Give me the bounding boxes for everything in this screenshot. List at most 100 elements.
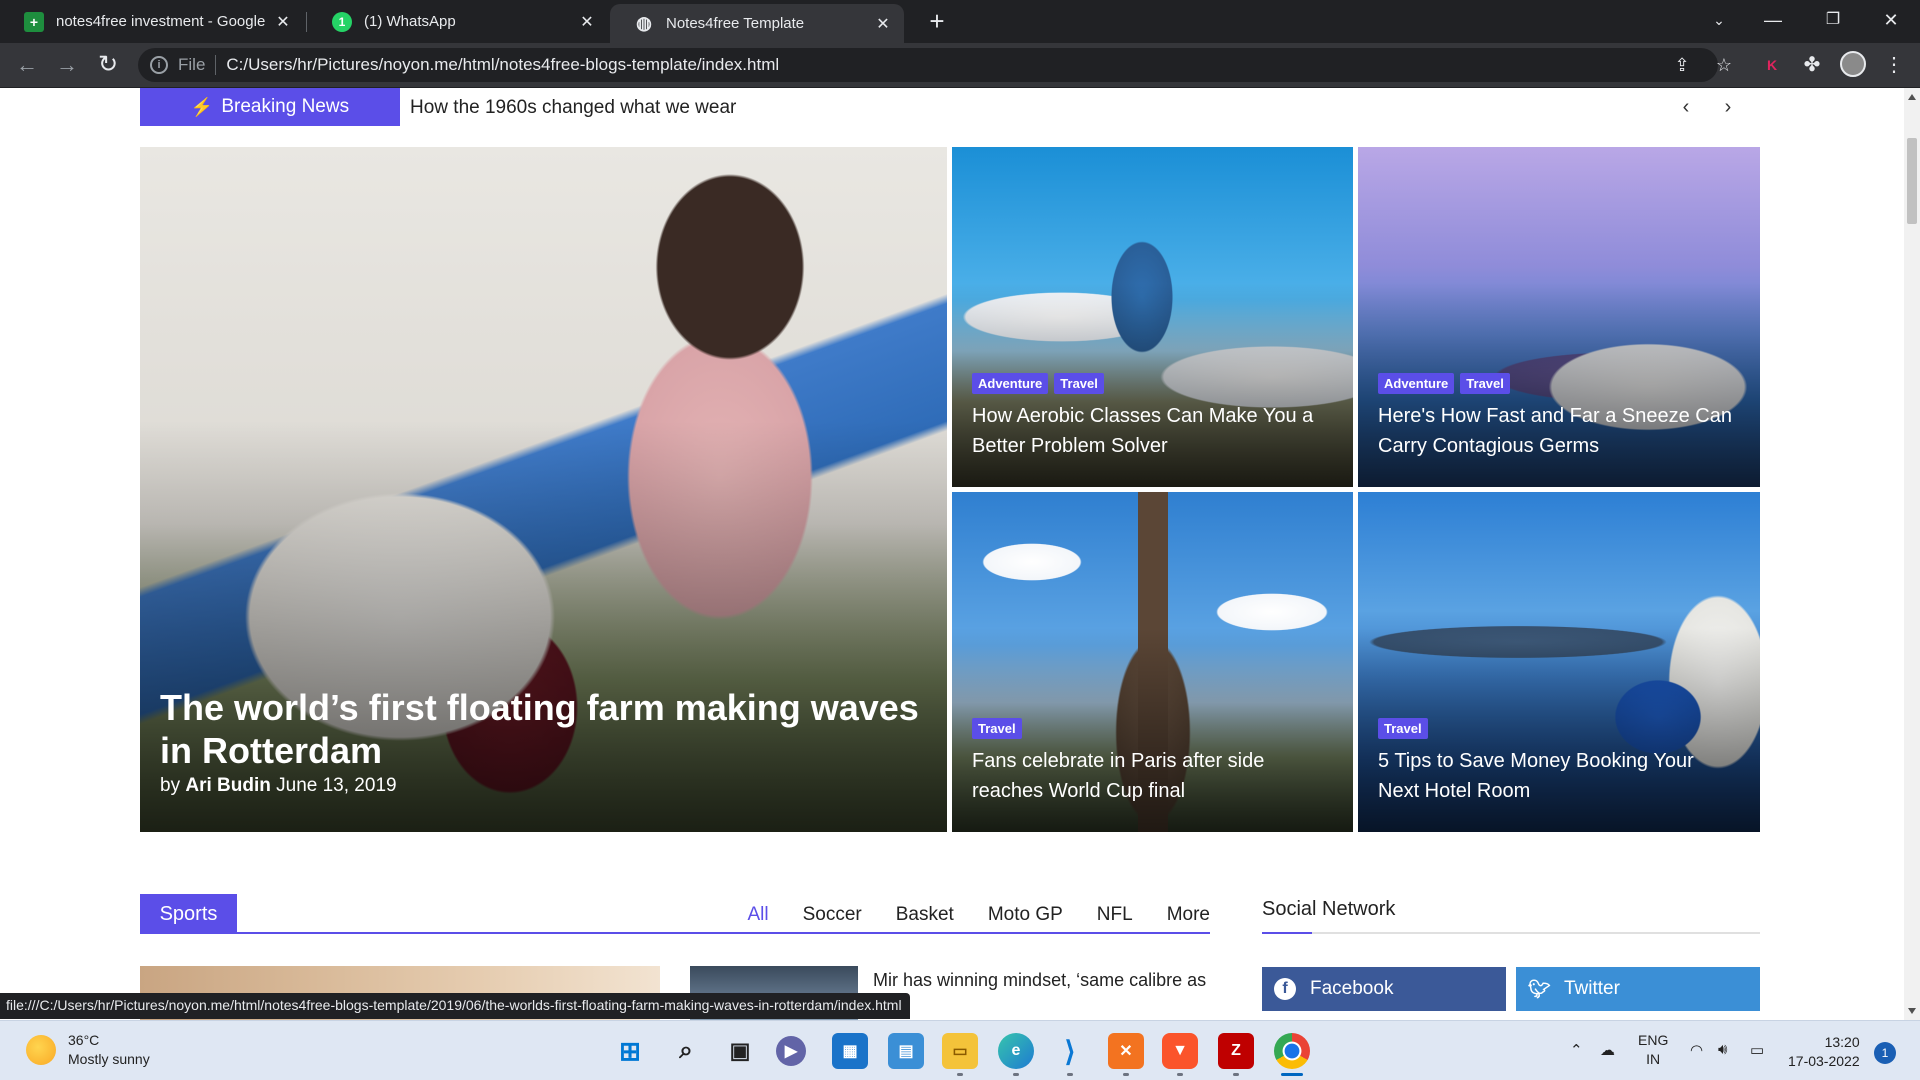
- tab-nfl[interactable]: NFL: [1097, 904, 1133, 926]
- running-indicator: [1067, 1073, 1073, 1076]
- weather-widget[interactable]: 36°C Mostly sunny: [26, 1031, 150, 1069]
- search-icon[interactable]: ⌕: [668, 1033, 704, 1069]
- page-viewport: ⚡ Breaking News How the 1960s changed wh…: [0, 88, 1904, 1020]
- featured-card-title[interactable]: How Aerobic Classes Can Make You a Bette…: [972, 401, 1333, 461]
- profile-avatar[interactable]: [1840, 51, 1866, 77]
- tab-title: notes4free investment - Google S: [56, 13, 270, 30]
- facebook-button[interactable]: f Facebook: [1262, 967, 1506, 1011]
- social-network-widget: Social Network f Facebook 🐦︎ Twitter: [1262, 898, 1760, 1011]
- filezilla-icon[interactable]: Z: [1218, 1033, 1254, 1069]
- featured-card[interactable]: Adventure Travel Here's How Fast and Far…: [1358, 147, 1760, 487]
- minimize-button[interactable]: —: [1750, 0, 1796, 43]
- featured-card-title[interactable]: 5 Tips to Save Money Booking Your Next H…: [1378, 746, 1740, 806]
- share-icon[interactable]: ⇪: [1668, 51, 1696, 79]
- tab-search-button[interactable]: ⌄: [1696, 0, 1742, 43]
- featured-card-title[interactable]: Here's How Fast and Far a Sneeze Can Car…: [1378, 401, 1740, 461]
- bookmark-star-icon[interactable]: ☆: [1710, 51, 1738, 79]
- vscode-icon[interactable]: ⟩: [1052, 1033, 1088, 1069]
- wifi-icon[interactable]: ◠: [1690, 1041, 1703, 1059]
- tab-all[interactable]: All: [747, 904, 768, 926]
- scroll-up-icon[interactable]: [1908, 94, 1916, 100]
- tag-travel[interactable]: Travel: [1460, 373, 1510, 394]
- whatsapp-icon: 1: [332, 11, 352, 32]
- lightning-icon: ⚡: [190, 96, 214, 117]
- browser-tab-strip: + notes4free investment - Google S ✕ 1 (…: [0, 0, 1920, 43]
- featured-main-card[interactable]: The world’s first floating farm making w…: [140, 147, 947, 832]
- restore-button[interactable]: ❐: [1810, 0, 1856, 43]
- address-bar[interactable]: i File C:/Users/hr/Pictures/noyon.me/htm…: [138, 48, 1718, 82]
- tab-basket[interactable]: Basket: [896, 904, 954, 926]
- featured-card[interactable]: Adventure Travel How Aerobic Classes Can…: [952, 147, 1353, 487]
- xampp-icon[interactable]: ✕: [1108, 1033, 1144, 1069]
- control-panel-icon[interactable]: ▤: [888, 1033, 924, 1069]
- chevron-right-icon[interactable]: ›: [1716, 94, 1740, 120]
- chrome-icon[interactable]: [1274, 1033, 1310, 1069]
- tag-travel[interactable]: Travel: [1054, 373, 1104, 394]
- breaking-news-text: Breaking News: [221, 96, 350, 117]
- featured-main-title[interactable]: The world’s first floating farm making w…: [160, 686, 927, 772]
- scroll-down-icon[interactable]: [1908, 1008, 1916, 1014]
- page-scrollbar[interactable]: [1904, 88, 1920, 1020]
- breaking-headline[interactable]: How the 1960s changed what we wear: [410, 97, 736, 119]
- twitter-icon: 🐦︎: [1528, 979, 1551, 999]
- twitter-button[interactable]: 🐦︎ Twitter: [1516, 967, 1760, 1011]
- google-sheets-icon: +: [24, 11, 44, 32]
- tag-adventure[interactable]: Adventure: [1378, 373, 1455, 394]
- by-label: by: [160, 775, 181, 796]
- tab-divider: [306, 12, 307, 32]
- author-name[interactable]: Ari Budin: [185, 775, 271, 796]
- brave-browser-icon[interactable]: ▼: [1162, 1033, 1198, 1069]
- notification-badge[interactable]: 1: [1874, 1042, 1896, 1064]
- tag-travel[interactable]: Travel: [972, 718, 1022, 739]
- url-text[interactable]: C:/Users/hr/Pictures/noyon.me/html/notes…: [226, 55, 779, 75]
- section-rule: [140, 932, 1210, 934]
- extensions-puzzle-icon[interactable]: ✤: [1798, 51, 1826, 79]
- task-view-icon[interactable]: ▣: [722, 1033, 758, 1069]
- back-button[interactable]: ←: [13, 51, 41, 79]
- breaking-news-bar: ⚡ Breaking News How the 1960s changed wh…: [140, 88, 1760, 126]
- teams-chat-icon[interactable]: ▶: [776, 1036, 806, 1066]
- microsoft-store-icon[interactable]: ▦: [832, 1033, 868, 1069]
- featured-card-title[interactable]: Fans celebrate in Paris after side reach…: [972, 746, 1333, 806]
- post-title[interactable]: Mir has winning mindset, ‘same calibre a…: [873, 970, 1206, 991]
- battery-icon[interactable]: ▭: [1750, 1041, 1764, 1059]
- close-icon[interactable]: ✕: [574, 12, 600, 32]
- tag-adventure[interactable]: Adventure: [972, 373, 1049, 394]
- system-clock[interactable]: 13:20 17-03-2022: [1788, 1033, 1860, 1071]
- close-icon[interactable]: ✕: [270, 12, 296, 32]
- tab-soccer[interactable]: Soccer: [803, 904, 862, 926]
- tag-list: Adventure Travel: [1378, 373, 1510, 394]
- facebook-label: Facebook: [1310, 978, 1394, 999]
- reload-button[interactable]: ↻: [94, 51, 122, 79]
- forward-button[interactable]: →: [53, 51, 81, 79]
- chevron-left-icon[interactable]: ‹: [1674, 94, 1698, 120]
- onedrive-cloud-icon[interactable]: ☁: [1600, 1041, 1615, 1059]
- close-icon[interactable]: ✕: [870, 14, 896, 34]
- windows-taskbar: 36°C Mostly sunny ⊞ ⌕ ▣ ▶ ▦ ▤ ▭ e ⟩ ✕ ▼ …: [0, 1020, 1920, 1080]
- language-indicator[interactable]: ENG IN: [1638, 1031, 1668, 1069]
- post-date: June 13, 2019: [276, 775, 397, 796]
- tab-google-sheets[interactable]: + notes4free investment - Google S ✕: [0, 0, 304, 43]
- tag-travel[interactable]: Travel: [1378, 718, 1428, 739]
- tab-more[interactable]: More: [1167, 904, 1210, 926]
- tab-moto-gp[interactable]: Moto GP: [988, 904, 1063, 926]
- featured-card[interactable]: Travel 5 Tips to Save Money Booking Your…: [1358, 492, 1760, 832]
- tab-whatsapp[interactable]: 1 (1) WhatsApp ✕: [308, 0, 608, 43]
- featured-card[interactable]: Travel Fans celebrate in Paris after sid…: [952, 492, 1353, 832]
- chevron-up-icon[interactable]: ⌃: [1570, 1041, 1583, 1059]
- featured-main-meta: by Ari Budin June 13, 2019: [160, 775, 397, 797]
- edge-browser-icon[interactable]: e: [998, 1033, 1034, 1069]
- running-indicator: [1233, 1073, 1239, 1076]
- extension-k-icon[interactable]: K: [1758, 51, 1786, 79]
- tab-notes4free-template[interactable]: ◍ Notes4free Template ✕: [610, 4, 904, 43]
- new-tab-button[interactable]: +: [922, 6, 952, 36]
- twitter-label: Twitter: [1564, 978, 1620, 999]
- menu-kebab-icon[interactable]: ⋮: [1880, 51, 1908, 79]
- close-window-button[interactable]: ✕: [1868, 0, 1914, 43]
- windows-start-icon[interactable]: ⊞: [612, 1033, 648, 1069]
- scrollbar-thumb[interactable]: [1907, 138, 1917, 224]
- status-url-bubble: file:///C:/Users/hr/Pictures/noyon.me/ht…: [0, 993, 910, 1019]
- file-explorer-icon[interactable]: ▭: [942, 1033, 978, 1069]
- info-icon[interactable]: i: [150, 56, 168, 74]
- volume-icon[interactable]: 🔊︎: [1718, 1041, 1727, 1058]
